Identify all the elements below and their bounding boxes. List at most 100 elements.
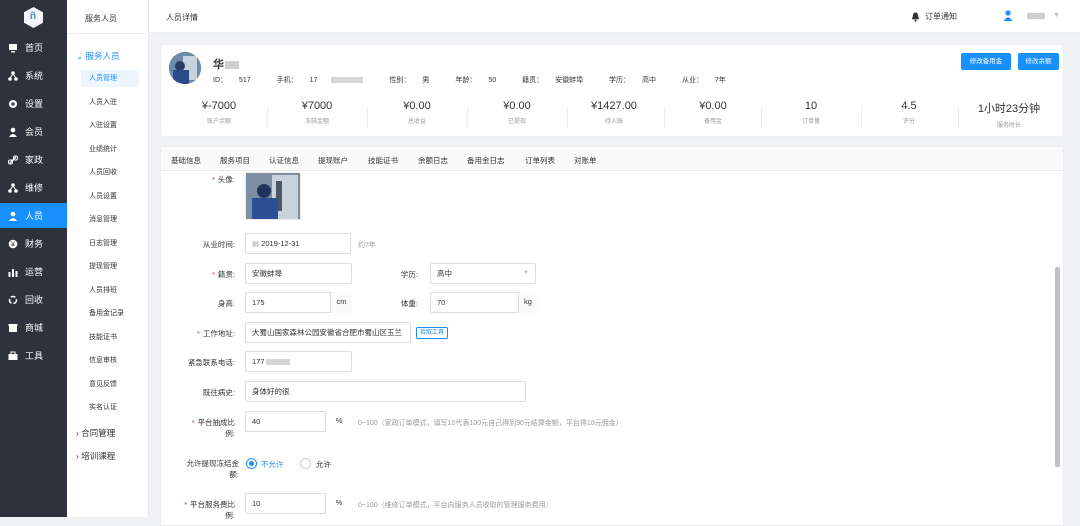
pick-location-button[interactable]: 拾取工具 xyxy=(416,327,449,339)
money-icon: ¥ xyxy=(8,239,18,249)
stats-row: ¥-7000 账户余额 ¥7000 冻结金额 ¥0.00 总收益 ¥0.00 已提现 ¥… xyxy=(161,100,1065,130)
commission-input[interactable]: 40% xyxy=(245,411,352,432)
menu-item-staff-settings[interactable]: 人员设置 xyxy=(81,188,139,205)
nav-item-staff[interactable]: 人员 xyxy=(0,203,67,228)
stat-frozen: ¥7000 冻结金额 xyxy=(301,100,333,125)
tab-auth-info[interactable]: 认证信息 xyxy=(269,155,299,166)
nav-item-system[interactable]: 系统 xyxy=(0,63,67,88)
menu-item-messages[interactable]: 消息管理 xyxy=(81,211,139,228)
tab-reserve-log[interactable]: 备用金日志 xyxy=(467,155,505,166)
scrollbar[interactable] xyxy=(1055,267,1060,467)
tab-certificates[interactable]: 技能证书 xyxy=(368,155,398,166)
weight-unit: kg xyxy=(518,292,537,313)
order-notify-button[interactable]: 订单通知 xyxy=(911,11,957,22)
address-label: * 工作地址: xyxy=(196,329,235,338)
menu-item-performance[interactable]: 业绩统计 xyxy=(81,141,139,158)
avatar-upload[interactable] xyxy=(245,172,301,220)
user-icon xyxy=(1003,10,1013,21)
nav-item-members[interactable]: 会员 xyxy=(0,119,67,144)
nav-label: 回收 xyxy=(25,295,44,305)
edit-balance-button[interactable]: 修改余额 xyxy=(1018,53,1059,70)
address-input[interactable]: 大蜀山国家森林公园安徽省合肥市蜀山区玉兰 xyxy=(245,322,411,343)
nav-label: 首页 xyxy=(25,43,44,53)
stat-orders: 10 订单量 xyxy=(801,100,820,125)
height-unit: cm xyxy=(330,292,352,313)
org-icon xyxy=(8,182,18,193)
monitor-icon xyxy=(8,43,18,53)
chart-icon xyxy=(8,267,18,277)
nav-label: 维修 xyxy=(25,183,44,193)
nav-item-operations[interactable]: 运营 xyxy=(0,259,67,284)
origin-input[interactable]: 安徽蚌埠 xyxy=(245,263,352,284)
tab-statement[interactable]: 对账单 xyxy=(574,155,597,166)
divider xyxy=(67,33,149,34)
fee-input[interactable]: 10% xyxy=(245,493,352,514)
percent-unit: % xyxy=(325,411,352,432)
nav-label: 运营 xyxy=(25,267,44,277)
tab-withdraw-account[interactable]: 提现账户 xyxy=(318,155,348,166)
nav-label: 财务 xyxy=(25,239,44,249)
nav-item-repair[interactable]: 维修 xyxy=(0,175,67,200)
notify-label: 订单通知 xyxy=(925,12,957,21)
gear-icon xyxy=(8,99,18,109)
menu-group-training[interactable]: › 培训课程 xyxy=(76,450,115,462)
since-hint: 约7年 xyxy=(358,242,376,249)
tab-order-list[interactable]: 订单列表 xyxy=(525,155,555,166)
nav-item-recycle[interactable]: 回收 xyxy=(0,287,67,312)
commission-label: * 平台抽成比 例: xyxy=(191,418,235,438)
staff-id: 517 xyxy=(239,77,251,84)
tab-balance-log[interactable]: 余额日志 xyxy=(418,155,448,166)
nav-label: 人员 xyxy=(25,211,44,221)
menu-item-certificates[interactable]: 技能证书 xyxy=(81,329,139,346)
weight-input[interactable]: 70 kg xyxy=(430,292,537,313)
emergency-label: 紧急联系电话: xyxy=(187,358,235,367)
menu-group-contract[interactable]: › 合同管理 xyxy=(76,427,115,439)
svg-text:¥: ¥ xyxy=(11,241,15,248)
menu-item-realname[interactable]: 实名认证 xyxy=(81,399,139,416)
since-date-picker[interactable]: ▦ 2019-12-31 xyxy=(245,233,351,254)
radio-allow[interactable] xyxy=(300,458,311,469)
tab-service-items[interactable]: 服务项目 xyxy=(220,155,250,166)
user-menu[interactable]: ▼ xyxy=(1003,10,1060,21)
link-icon xyxy=(8,155,18,165)
nav-item-tools[interactable]: 工具 xyxy=(0,343,67,368)
menu-group-staff[interactable]: ⌄ 服务人员 xyxy=(76,50,120,62)
menu-item-withdraw[interactable]: 提现管理 xyxy=(81,258,139,275)
nav-item-housekeeping[interactable]: 家政 xyxy=(0,147,67,172)
detail-panel: 基础信息 服务项目 认证信息 提现账户 技能证书 余额日志 备用金日志 订单列表… xyxy=(160,146,1064,526)
menu-item-logs[interactable]: 日志管理 xyxy=(81,235,139,252)
edu-select[interactable]: 高中 ▼ xyxy=(430,263,536,284)
menu-item-join-settings[interactable]: 入驻设置 xyxy=(81,117,139,134)
username-masked xyxy=(1027,12,1045,19)
tab-basic-info[interactable]: 基础信息 xyxy=(171,155,201,166)
staff-meta: ID： 517 手机： 17 性别：男 年龄： 50 籍贯： 安徽蚌埠 学历： 高中 从业… xyxy=(213,77,726,84)
nav-item-finance[interactable]: ¥ 财务 xyxy=(0,231,67,256)
nav-item-shop[interactable]: 商城 xyxy=(0,315,67,340)
menu-item-reserve-records[interactable]: 备用金记录 xyxy=(81,305,139,322)
menu-item-staff-recycle[interactable]: 人员回收 xyxy=(81,164,139,181)
sub-menu: 服务人员 ⌄ 服务人员 人员管理 人员入驻 入驻设置 业绩统计 人员回收 人员设… xyxy=(67,0,149,517)
menu-item-staff-manage[interactable]: 人员管理 xyxy=(81,70,139,87)
height-label: 身高: xyxy=(217,299,235,308)
weight-label: 体重: xyxy=(400,299,418,308)
height-input[interactable]: 175 cm xyxy=(245,292,352,313)
nav-item-settings[interactable]: 设置 xyxy=(0,91,67,116)
caret-down-icon: ▼ xyxy=(1053,12,1060,19)
nav-label: 会员 xyxy=(25,127,44,137)
nav-label: 家政 xyxy=(25,155,44,165)
percent-unit: % xyxy=(325,493,352,514)
menu-item-review[interactable]: 信息审核 xyxy=(81,352,139,369)
radio-not-allow[interactable] xyxy=(246,458,257,469)
nav-item-home[interactable]: 首页 xyxy=(0,35,67,60)
history-input[interactable]: 身体好的很 xyxy=(245,381,526,402)
stat-account-balance: ¥-7000 账户余额 xyxy=(201,100,237,125)
nav-label: 系统 xyxy=(25,71,44,81)
menu-item-schedule[interactable]: 人员排班 xyxy=(81,282,139,299)
freeze-label: 允许提现冻结金 额: xyxy=(186,459,240,479)
menu-item-feedback[interactable]: 意见反馈 xyxy=(81,376,139,393)
avatar-label: * 头像: xyxy=(211,175,235,184)
edit-reserve-button[interactable]: 修改备用金 xyxy=(961,53,1011,70)
emergency-input[interactable]: 177 xyxy=(245,351,352,372)
menu-item-staff-join[interactable]: 人员入驻 xyxy=(81,94,139,111)
app-logo[interactable]: ñ xyxy=(24,7,43,28)
